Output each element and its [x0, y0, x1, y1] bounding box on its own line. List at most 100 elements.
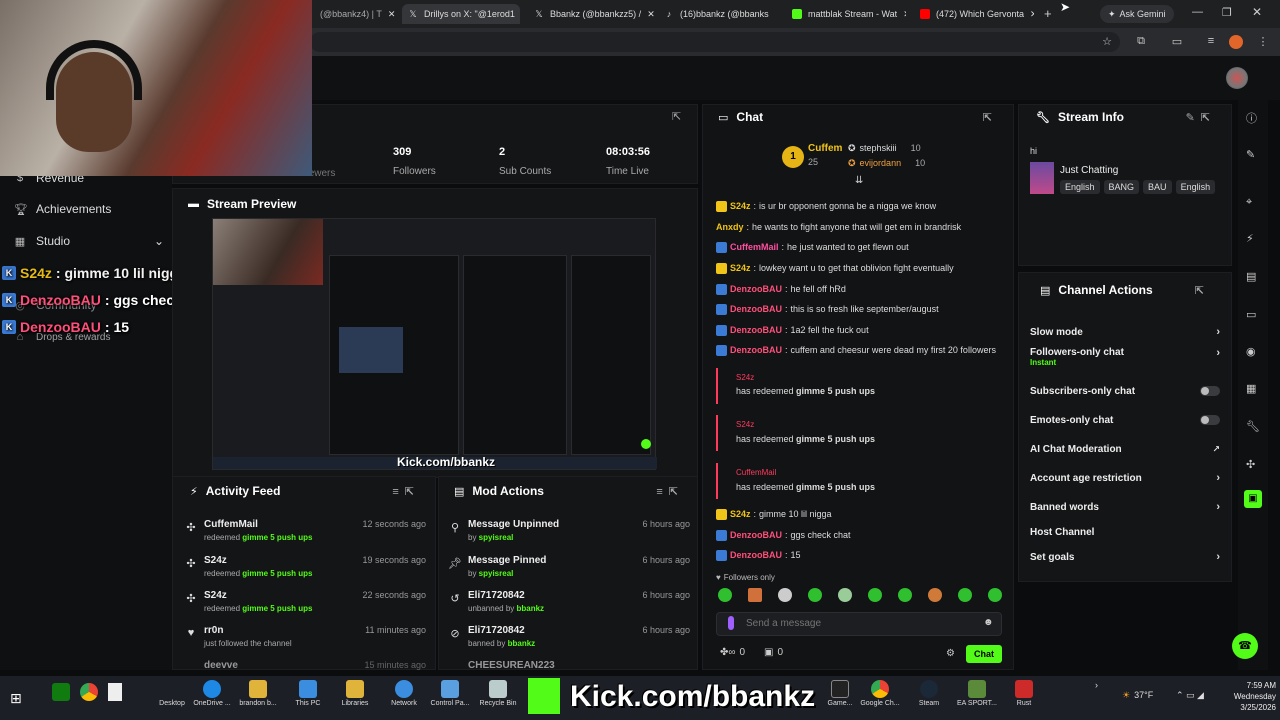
account-age-row[interactable]: Account age restriction › [1030, 469, 1220, 487]
emote-icon[interactable] [778, 588, 792, 602]
lightning-icon[interactable]: ⚡︎ [1246, 232, 1254, 245]
windows-start-icon[interactable]: ⊞ [10, 690, 22, 707]
subscribers-only-toggle[interactable] [1200, 386, 1220, 396]
user-avatar[interactable] [1226, 67, 1248, 89]
minimize-icon[interactable]: — [1192, 6, 1203, 18]
taskbar-item[interactable]: Google Ch... [858, 680, 902, 716]
browser-tab[interactable]: 𝕏 Drillys on X: "@1erod1 ✕ [402, 4, 520, 24]
chat-username[interactable]: DenzooBAU [730, 284, 782, 294]
profile-avatar[interactable] [1229, 35, 1243, 49]
tab-close-icon[interactable]: ✕ [388, 9, 396, 20]
taskbar-item[interactable]: Libraries [333, 680, 377, 716]
ai-moderation-row[interactable]: AI Chat Moderation ↗ [1030, 440, 1220, 458]
clapper-icon[interactable]: ▣ [1244, 490, 1262, 508]
chat-username[interactable]: S24z [730, 201, 751, 211]
chat-points[interactable]: ✤∞ 0 [720, 647, 745, 658]
network-icon[interactable]: ✣ [1246, 458, 1255, 471]
chat-username[interactable]: CuffemMail [730, 242, 779, 252]
broadcast-icon[interactable]: ◉ [1246, 345, 1256, 358]
emoji-picker-icon[interactable]: ☻ [983, 617, 994, 628]
tab-close-icon[interactable]: ✕ [903, 9, 906, 20]
tray-overflow-icon[interactable]: › [1095, 680, 1098, 690]
redeem-user[interactable]: S24z [736, 420, 754, 429]
chat-username[interactable]: DenzooBAU [730, 530, 782, 540]
xbox-app-icon[interactable] [52, 683, 70, 701]
bookmark-star-icon[interactable]: ☆ [1100, 35, 1114, 49]
chat-username[interactable]: DenzooBAU [730, 550, 782, 560]
browser-tab[interactable]: ♪ (16)bbankz (@bbanks [660, 4, 784, 24]
address-bar[interactable] [310, 32, 1120, 52]
emote-icon[interactable] [808, 588, 822, 602]
leaderboard-entry[interactable]: ✪ stephskiii 10 [848, 143, 921, 154]
stream-preview-video[interactable]: Kick.com/bbankz [212, 218, 657, 470]
help-chat-icon[interactable]: ☎ [1232, 633, 1258, 659]
popout-icon[interactable]: ⇱ [983, 111, 998, 124]
chat-username[interactable]: S24z [730, 263, 751, 273]
filter-and-popout-icons[interactable]: ≡⇱ [392, 485, 420, 498]
chat-username[interactable]: DenzooBAU [730, 325, 782, 335]
emote-icon[interactable] [838, 588, 852, 602]
host-channel-row[interactable]: Host Channel [1030, 523, 1220, 541]
chat-settings-gear-icon[interactable]: ⚙ [946, 648, 955, 659]
ask-gemini-button[interactable]: ✦ Ask Gemini [1100, 5, 1174, 23]
redeem-user[interactable]: S24z [736, 373, 754, 382]
emote-icon[interactable] [958, 588, 972, 602]
close-window-icon[interactable]: ✕ [1252, 5, 1262, 19]
chrome-app-icon[interactable] [80, 683, 98, 701]
chat-username[interactable]: DenzooBAU [730, 345, 782, 355]
chat-username[interactable]: DenzooBAU [730, 304, 782, 314]
followers-only-row[interactable]: Followers-only chat Instant › [1030, 347, 1220, 373]
slow-mode-row[interactable]: Slow mode › [1030, 323, 1220, 341]
collapse-icon[interactable]: ⇊ [855, 175, 863, 186]
tray-icons[interactable]: ⌃ ▭ ◢ [1176, 690, 1204, 701]
reading-list-icon[interactable]: ≡ [1204, 35, 1218, 49]
banned-words-row[interactable]: Banned words › [1030, 498, 1220, 516]
new-tab-button[interactable]: + [1044, 6, 1052, 21]
document-icon[interactable]: ▤ [1246, 270, 1256, 283]
layout-icon[interactable]: ▦ [1246, 382, 1256, 395]
chat-bubble-icon[interactable]: ▭ [1246, 308, 1256, 321]
chat-username[interactable]: S24z [730, 509, 751, 519]
target-icon[interactable]: ⌖ [1246, 196, 1252, 209]
emote-icon[interactable] [898, 588, 912, 602]
browser-tab[interactable]: (@bbankz4) | T ✕ [316, 4, 396, 24]
popout-icon[interactable]: ⇱ [1195, 284, 1210, 297]
send-chat-button[interactable]: Chat [966, 645, 1002, 663]
taskbar-item[interactable]: This PC [286, 680, 330, 716]
emotes-only-toggle[interactable] [1200, 415, 1220, 425]
browser-tab[interactable]: 𝕏 Bbankz (@bbankzz5) / ✕ [530, 4, 658, 24]
browser-tab[interactable]: mattblak Stream - Wat ✕ [788, 4, 906, 24]
edit-and-popout-icons[interactable]: ✎⇱ [1186, 111, 1216, 124]
browser-menu-icon[interactable]: ⋮ [1256, 35, 1270, 49]
emote-icon[interactable] [748, 588, 762, 602]
system-clock[interactable]: 7:59 AM Wednesday 3/25/2026 [1216, 680, 1276, 713]
taskbar-item[interactable]: OneDrive ... [190, 680, 234, 716]
wrench-icon[interactable]: 🔧︎ [1246, 420, 1260, 433]
maximize-icon[interactable]: ❐ [1222, 6, 1232, 19]
chat-message-input[interactable] [746, 615, 966, 631]
weather-widget[interactable]: ☀ 37°F [1122, 690, 1153, 701]
emote-icon[interactable] [988, 588, 1002, 602]
tab-close-icon[interactable]: ✕ [1030, 9, 1034, 20]
screen-cast-icon[interactable]: ▭ [1170, 35, 1184, 49]
emote-icon[interactable] [718, 588, 732, 602]
set-goals-row[interactable]: Set goals › [1030, 548, 1220, 566]
taskbar-item[interactable]: Steam [907, 680, 951, 716]
leaderboard-entry[interactable]: ✪ evijordann 10 [848, 158, 925, 169]
taskbar-item[interactable]: Game... [818, 680, 862, 716]
taskbar-item[interactable]: brandon b... [236, 680, 280, 716]
category-name[interactable]: Just Chatting [1060, 165, 1118, 176]
filter-and-popout-icons[interactable]: ≡⇱ [656, 485, 684, 498]
extensions-icon[interactable]: ⧉ [1134, 35, 1148, 49]
popout-icon[interactable]: ⇱ [672, 110, 681, 123]
chat-username[interactable]: Anxdy [716, 222, 744, 232]
sidebar-item-achievements[interactable]: 🏆︎ Achievements [14, 199, 111, 219]
file-icon[interactable] [108, 683, 122, 701]
tab-close-icon[interactable]: ✕ [647, 9, 655, 20]
taskbar-item[interactable]: EA SPORT... [955, 680, 999, 716]
taskbar-item[interactable]: Desktop [150, 680, 194, 716]
taskbar-item[interactable]: Network [382, 680, 426, 716]
taskbar-item[interactable]: Control Pa... [428, 680, 472, 716]
emote-icon[interactable] [928, 588, 942, 602]
pencil-icon[interactable]: ✎ [1246, 148, 1255, 161]
